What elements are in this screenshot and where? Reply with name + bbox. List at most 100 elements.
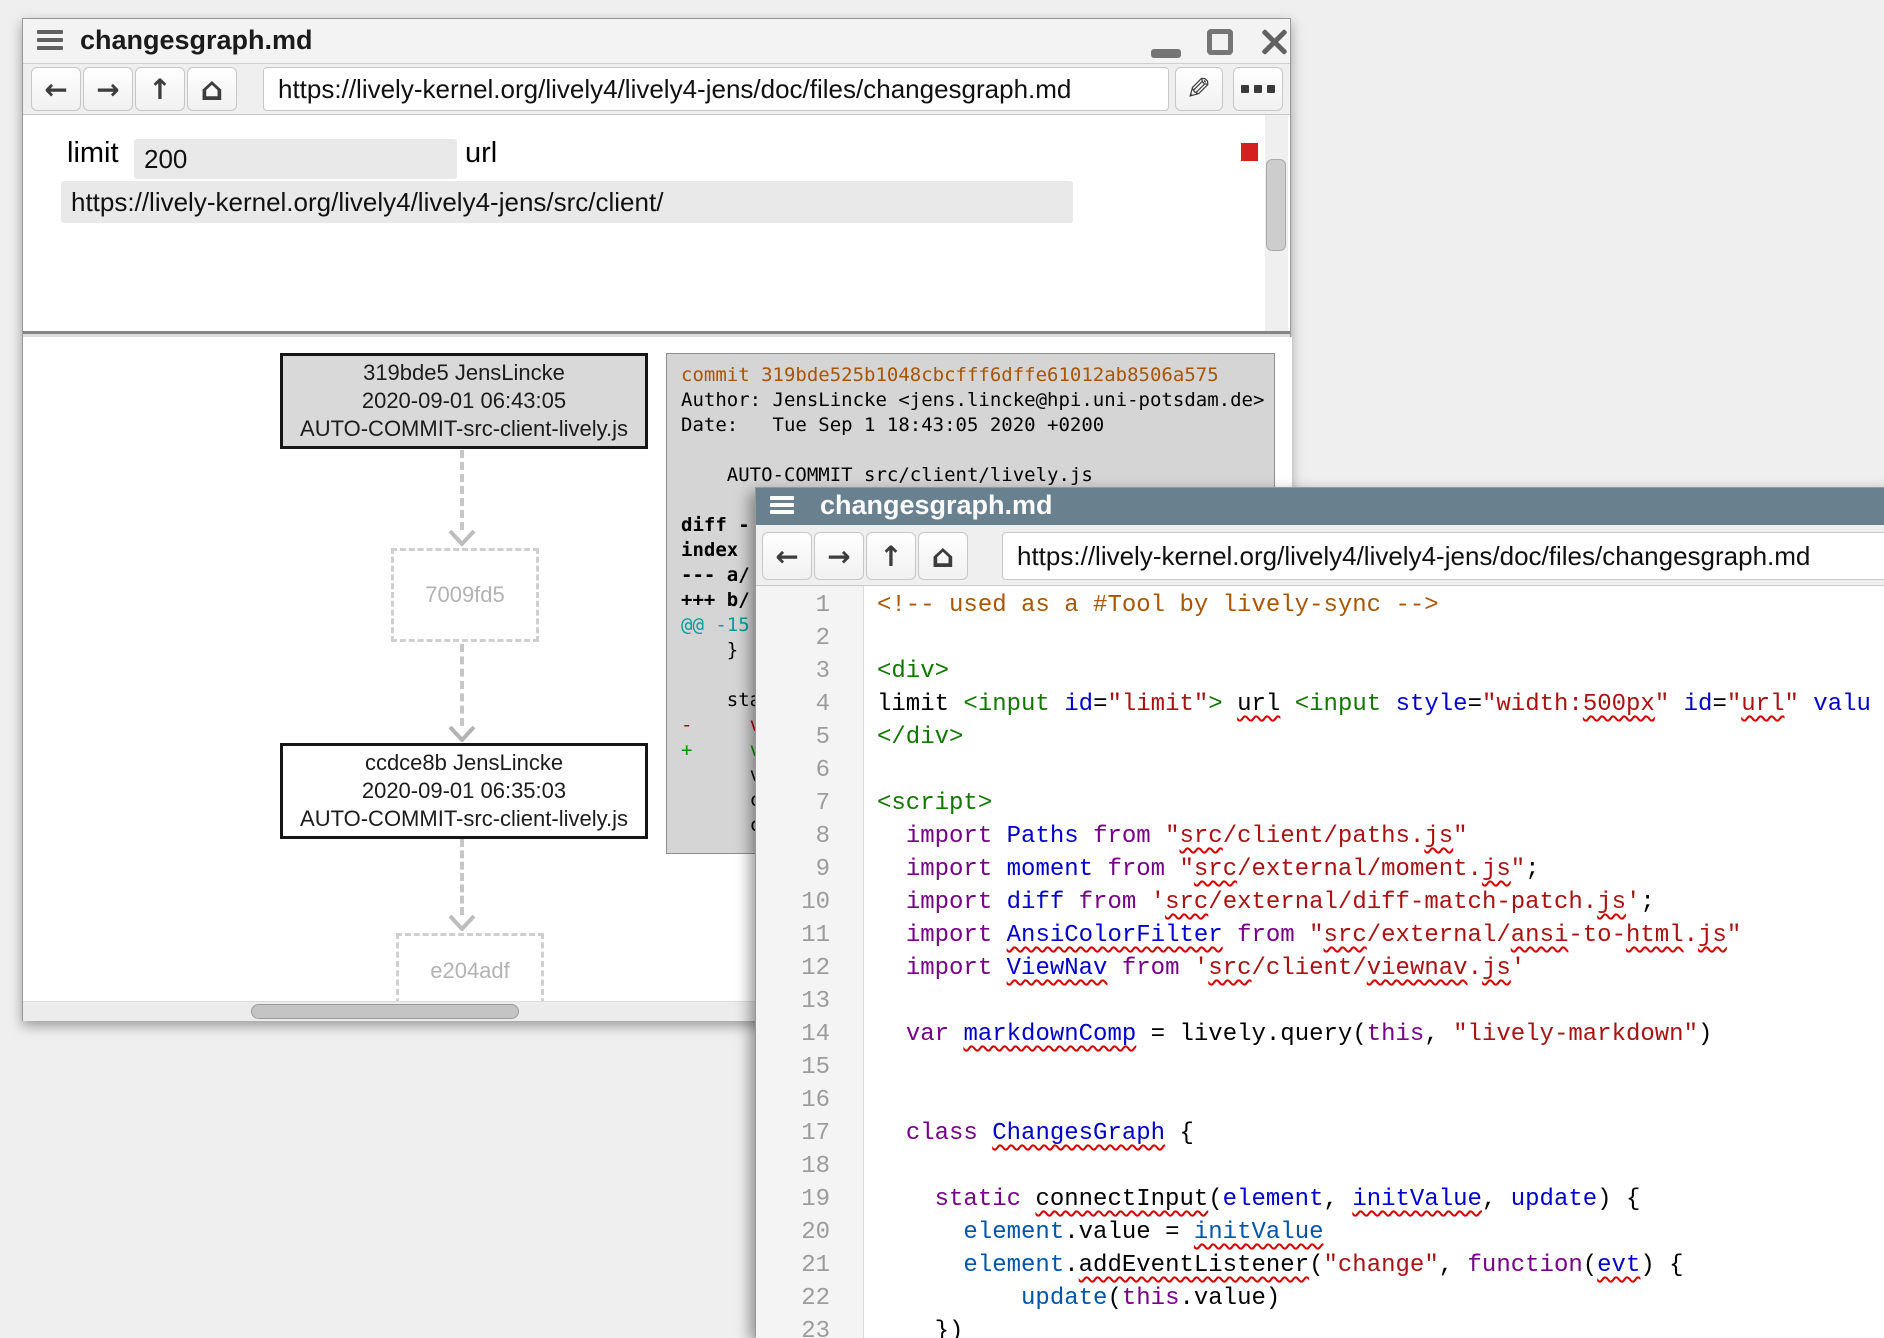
back-button[interactable]: ←	[762, 532, 812, 580]
up-icon: ↑	[148, 73, 171, 106]
more-options-button[interactable]	[1233, 67, 1283, 111]
code-token: moment	[1007, 856, 1093, 883]
code-lines: 1<!-- used as a #Tool by lively-sync -->…	[756, 592, 1884, 1338]
code-token: url	[1741, 691, 1784, 718]
commit-node[interactable]: ccdce8b JensLincke 2020-09-01 06:35:03 A…	[280, 743, 648, 839]
code-token: .	[1064, 1252, 1078, 1279]
code-token: src	[1324, 922, 1367, 949]
code-token: class	[906, 1120, 978, 1147]
commit-stub-label: 7009fd5	[425, 582, 505, 608]
code-token: import	[906, 955, 992, 982]
code-text: <!-- used as a #Tool by lively-sync -->	[864, 592, 1439, 625]
code-token: =	[1093, 691, 1107, 718]
line-number: 4	[756, 691, 864, 724]
back-window-titlebar[interactable]: changesgraph.md	[23, 19, 1290, 64]
code-editor[interactable]: 1<!-- used as a #Tool by lively-sync -->…	[756, 586, 1884, 1338]
code-line: 14 var markdownComp = lively.query(this,…	[756, 1021, 1884, 1054]
forward-button[interactable]: →	[83, 67, 133, 111]
code-token: =	[1136, 1021, 1179, 1048]
code-token: function	[1468, 1252, 1583, 1279]
code-token	[1079, 823, 1093, 850]
up-button[interactable]: ↑	[866, 532, 916, 580]
front-window-titlebar[interactable]: changesgraph.md	[756, 488, 1884, 525]
code-line: 15	[756, 1054, 1884, 1087]
code-token: "lively-markdown"	[1453, 1021, 1698, 1048]
horizontal-scrollbar-thumb[interactable]	[251, 1004, 519, 1019]
code-token	[877, 856, 906, 883]
line-number: 12	[756, 955, 864, 988]
code-token: {	[1165, 1120, 1194, 1147]
vertical-scrollbar-thumb[interactable]	[1266, 159, 1286, 251]
commit-stub-node[interactable]: e204adf	[396, 933, 544, 1001]
edit-button[interactable]: ✎	[1175, 67, 1223, 111]
code-token: .value)	[1179, 1285, 1280, 1312]
code-token: js	[1482, 856, 1511, 883]
code-text: import AnsiColorFilter from "src/externa…	[864, 922, 1741, 955]
code-line: 11 import AnsiColorFilter from "src/exte…	[756, 922, 1884, 955]
code-token	[949, 1021, 963, 1048]
code-token: viewnav	[1367, 955, 1468, 982]
close-icon[interactable]	[1261, 29, 1287, 55]
diff-line: Author: JensLincke <jens.lincke@hpi.uni-…	[681, 389, 1274, 414]
code-token: element	[963, 1252, 1064, 1279]
url-bar[interactable]: https://lively-kernel.org/lively4/lively…	[263, 67, 1169, 111]
code-token	[1093, 856, 1107, 883]
code-token: src	[1194, 856, 1237, 883]
code-token: "	[1727, 691, 1741, 718]
window-title: changesgraph.md	[80, 25, 313, 56]
line-number: 13	[756, 988, 864, 1021]
hamburger-menu-icon[interactable]	[770, 496, 794, 518]
code-token: /external/	[1367, 922, 1511, 949]
code-token	[1136, 889, 1150, 916]
code-text	[864, 625, 877, 658]
commit-stub-node[interactable]: 7009fd5	[391, 548, 539, 642]
code-token: /external/diff-match-patch.	[1208, 889, 1597, 916]
code-text: <div>	[864, 658, 949, 691]
code-token: .	[1468, 955, 1482, 982]
pencil-icon: ✎	[1186, 72, 1211, 107]
home-button[interactable]: ⌂	[918, 532, 968, 580]
arrowhead-icon	[448, 915, 476, 931]
code-token	[877, 1021, 906, 1048]
hamburger-bar	[770, 510, 794, 514]
code-token: "	[1165, 823, 1179, 850]
code-token: .	[1684, 922, 1698, 949]
url-bar[interactable]: https://lively-kernel.org/lively4/lively…	[1002, 532, 1884, 580]
maximize-icon[interactable]	[1207, 29, 1233, 55]
code-token	[1799, 691, 1813, 718]
minimize-icon[interactable]	[1151, 49, 1181, 58]
back-button[interactable]: ←	[31, 67, 81, 111]
hamburger-menu-icon[interactable]	[37, 30, 63, 52]
line-number: 7	[756, 790, 864, 823]
code-token: diff	[1007, 889, 1065, 916]
code-token: <div>	[877, 658, 949, 685]
forward-icon: →	[96, 73, 119, 106]
code-token: Paths	[1007, 823, 1079, 850]
commit-node-selected[interactable]: 319bde5 JensLincke 2020-09-01 06:43:05 A…	[280, 353, 648, 449]
home-icon: ⌂	[932, 537, 955, 575]
code-token: from	[1122, 955, 1180, 982]
arrowhead-icon	[448, 530, 476, 546]
code-text: })	[864, 1318, 963, 1338]
code-token	[1064, 889, 1078, 916]
code-token: from	[1237, 922, 1295, 949]
arrowhead-icon	[448, 726, 476, 742]
limit-input[interactable]	[134, 139, 457, 179]
up-button[interactable]: ↑	[135, 67, 185, 111]
forward-button[interactable]: →	[814, 532, 864, 580]
code-token: import	[906, 856, 992, 883]
diff-line: Date: Tue Sep 1 18:43:05 2020 +0200	[681, 414, 1274, 439]
home-button[interactable]: ⌂	[187, 67, 237, 111]
code-token: '	[1626, 889, 1640, 916]
code-token: ) {	[1597, 1186, 1640, 1213]
code-text: </div>	[864, 724, 963, 757]
commit-date: 2020-09-01 06:35:03	[362, 777, 566, 805]
code-text: element.addEventListener("change", funct…	[864, 1252, 1684, 1285]
code-token	[877, 889, 906, 916]
url-input[interactable]	[61, 181, 1073, 223]
code-token: ChangesGraph	[992, 1120, 1165, 1147]
code-token: src	[1165, 889, 1208, 916]
graph-edge	[460, 644, 464, 726]
code-token	[877, 922, 906, 949]
forward-icon: →	[827, 540, 850, 573]
